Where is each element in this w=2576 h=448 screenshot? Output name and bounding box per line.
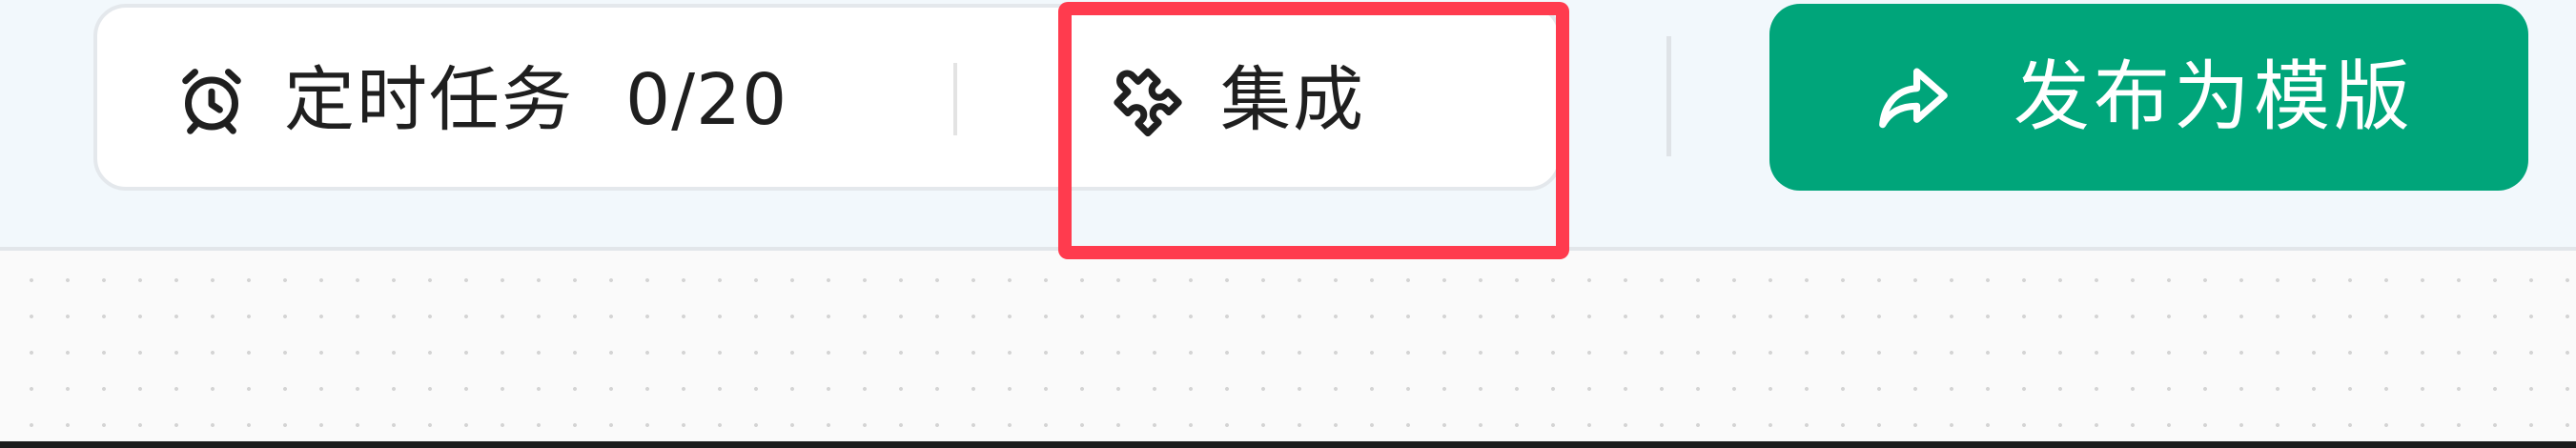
scheduled-tasks-button[interactable]: 定时任务 0/20 xyxy=(172,38,787,162)
alarm-clock-icon xyxy=(182,69,241,134)
dotted-canvas[interactable] xyxy=(0,251,2576,441)
share-arrow-icon xyxy=(1879,68,1948,129)
publish-as-template-button[interactable]: 发布为模版 xyxy=(1769,4,2528,191)
scheduled-tasks-count: 0/20 xyxy=(625,59,788,141)
bottom-edge xyxy=(0,441,2576,448)
toolbar-separator xyxy=(1666,36,1671,156)
highlight-annotation-box xyxy=(1058,2,1569,259)
pill-separator xyxy=(953,63,957,135)
publish-as-template-label: 发布为模版 xyxy=(2014,52,2414,141)
scheduled-tasks-label: 定时任务 xyxy=(284,59,574,141)
